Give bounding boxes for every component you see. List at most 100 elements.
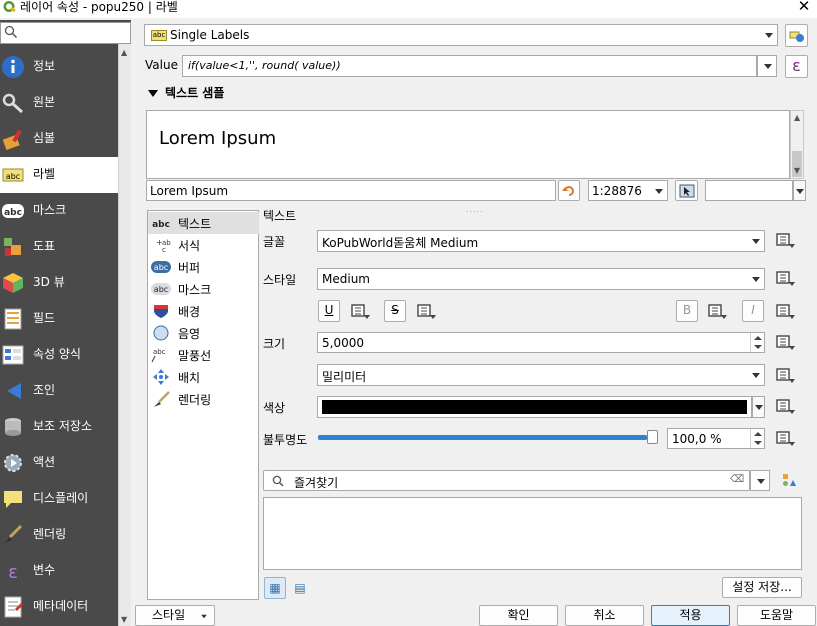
- font-label: 글꼴: [263, 235, 286, 249]
- expression-button[interactable]: ε: [785, 55, 808, 78]
- tab-item-label: 버퍼: [178, 261, 201, 275]
- tab-item-6[interactable]: 음영: [148, 322, 259, 344]
- data-defined-button-2[interactable]: [775, 268, 799, 290]
- color-dropdown[interactable]: [752, 396, 765, 418]
- svg-text:c: c: [162, 246, 166, 253]
- sidebar-item-7[interactable]: 3D 뷰: [0, 265, 118, 301]
- underline-data-defined-button[interactable]: [350, 301, 374, 323]
- label-mode-select[interactable]: abc Single Labels: [144, 24, 778, 46]
- sidebar-item-13[interactable]: 디스플레이: [0, 481, 118, 517]
- favorites-search-input[interactable]: 즐겨찾기 ⌫: [263, 470, 750, 491]
- data-defined-button-5[interactable]: [775, 365, 799, 387]
- sidebar-item-8[interactable]: 필드: [0, 301, 118, 337]
- chevron-down-icon: [764, 64, 772, 69]
- background-color-dropdown[interactable]: [793, 180, 806, 201]
- style-manager-icon[interactable]: [781, 472, 797, 488]
- sidebar-item-11[interactable]: 보조 저장소: [0, 409, 118, 445]
- tab-item-4[interactable]: abc 마스크: [148, 278, 259, 300]
- tab-item-label: 서식: [178, 239, 201, 253]
- search-icon: [4, 25, 18, 39]
- reset-sample-button[interactable]: [558, 180, 580, 201]
- sidebar-scrollbar[interactable]: ▲ ▼: [118, 44, 131, 626]
- value-expression-field[interactable]: if(value<1,'', round( value)): [182, 55, 757, 77]
- splitter-handle[interactable]: .....: [466, 205, 484, 214]
- color-button[interactable]: [317, 396, 752, 418]
- data-defined-button-1[interactable]: [775, 230, 799, 252]
- scroll-down-icon[interactable]: ▼: [790, 166, 804, 179]
- sidebar-item-9[interactable]: 속성 양식: [0, 337, 118, 373]
- save-style-button[interactable]: 설정 저장...: [722, 577, 802, 598]
- opacity-slider[interactable]: [318, 430, 658, 444]
- sidebar-item-2[interactable]: 원본: [0, 85, 118, 121]
- strikethrough-button[interactable]: S: [384, 300, 406, 322]
- sidebar-item-5[interactable]: abc 마스크: [0, 193, 118, 229]
- list-view-button[interactable]: ▤: [290, 578, 310, 598]
- cancel-button[interactable]: 취소: [565, 605, 644, 626]
- style-menu-button[interactable]: 스타일: [135, 605, 215, 626]
- close-icon[interactable]: ✕: [797, 0, 811, 14]
- bold-data-defined-button[interactable]: [707, 301, 731, 323]
- value-dropdown[interactable]: [757, 55, 777, 77]
- data-defined-button-3[interactable]: [775, 301, 799, 323]
- favorites-list[interactable]: [263, 497, 802, 570]
- underline-button[interactable]: U: [318, 300, 340, 322]
- sidebar-item-4[interactable]: abc 라벨: [0, 157, 118, 193]
- sidebar-item-1[interactable]: 정보: [0, 49, 118, 85]
- font-select[interactable]: KoPubWorld돋움체 Medium: [317, 230, 765, 252]
- svg-text:ε: ε: [8, 562, 18, 583]
- data-defined-override-icon: [776, 271, 795, 286]
- collapse-triangle-icon[interactable]: [148, 90, 158, 97]
- tab-item-8[interactable]: 배치: [148, 366, 259, 388]
- scroll-down-icon[interactable]: ▼: [121, 615, 127, 624]
- svg-text:abc: abc: [154, 285, 168, 294]
- label-tab-list: abc 텍스트 + ab c 서식 abc 버퍼 abc 마스크 배경 음영 abc 말풍선 배치 렌더링: [147, 210, 259, 600]
- style-select[interactable]: Medium: [317, 268, 765, 290]
- labels-abc-icon: abc: [151, 30, 167, 41]
- scroll-up-icon[interactable]: ▲: [794, 113, 800, 122]
- sidebar-item-16[interactable]: 메타데이터: [0, 589, 118, 625]
- icon-view-button[interactable]: ▦: [264, 577, 286, 599]
- tab-item-7[interactable]: abc 말풍선: [148, 344, 259, 366]
- size-spinbox[interactable]: 5,0000: [317, 332, 765, 353]
- tab-item-3[interactable]: abc 버퍼: [148, 256, 259, 278]
- strike-data-defined-button[interactable]: [416, 301, 440, 323]
- spinner-arrows-icon[interactable]: [750, 333, 764, 352]
- sidebar-item-14[interactable]: 렌더링: [0, 517, 118, 553]
- rendering-brush-icon: [5, 524, 23, 543]
- auxiliary-storage-icon: [5, 418, 21, 436]
- clear-icon[interactable]: ⌫: [730, 474, 744, 486]
- auto-placement-button[interactable]: [785, 24, 808, 47]
- sample-text-input[interactable]: Lorem Ipsum: [146, 180, 556, 201]
- opacity-spinbox[interactable]: 100,0 %: [667, 428, 765, 449]
- data-defined-button-6[interactable]: [775, 396, 799, 418]
- help-button[interactable]: 도움말: [737, 605, 816, 626]
- spinner-arrows-icon[interactable]: [750, 429, 764, 448]
- size-unit-select[interactable]: 밀리미터: [317, 364, 765, 386]
- join-icon: [7, 383, 21, 399]
- background-color-select[interactable]: [705, 180, 793, 201]
- ok-button[interactable]: 확인: [479, 605, 558, 626]
- italic-button[interactable]: I: [742, 300, 764, 322]
- tab-item-label: 음영: [178, 327, 201, 341]
- bold-button[interactable]: B: [676, 300, 698, 322]
- sidebar-item-12[interactable]: 액션: [0, 445, 118, 481]
- data-defined-button-7[interactable]: [775, 428, 799, 450]
- data-defined-button-4[interactable]: [775, 332, 799, 354]
- scroll-up-icon[interactable]: ▲: [121, 48, 127, 57]
- opacity-slider-handle[interactable]: [647, 430, 658, 444]
- tab-item-9[interactable]: 렌더링: [148, 388, 259, 410]
- favorites-filter-dropdown[interactable]: [750, 470, 770, 491]
- tab-item-2[interactable]: + ab c 서식: [148, 234, 259, 256]
- scale-from-canvas-button[interactable]: [675, 180, 698, 201]
- style-menu-label: 스타일: [152, 608, 186, 622]
- scale-select[interactable]: 1:28876: [588, 180, 668, 201]
- tab-item-5[interactable]: 배경: [148, 300, 259, 322]
- tab-item-1[interactable]: abc 텍스트: [148, 212, 259, 234]
- sidebar-search-input[interactable]: [0, 22, 131, 44]
- sidebar-item-6[interactable]: 도표: [0, 229, 118, 265]
- apply-button[interactable]: 적용: [651, 605, 730, 626]
- sidebar-item-3[interactable]: 심볼: [0, 121, 118, 157]
- sidebar-item-15[interactable]: ε 변수: [0, 553, 118, 589]
- sidebar-item-10[interactable]: 조인: [0, 373, 118, 409]
- opacity-value: 100,0 %: [672, 432, 722, 446]
